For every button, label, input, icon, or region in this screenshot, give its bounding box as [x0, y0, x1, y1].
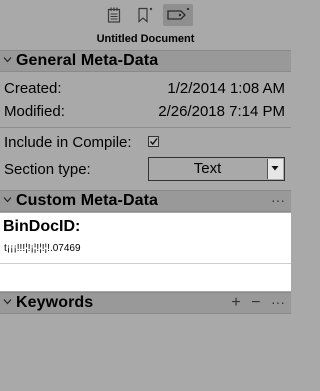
- inspector-tab-bar: [0, 0, 291, 34]
- field-divider: [0, 263, 291, 264]
- custom-metadata-panel: BinDocID: t¡¡¡!!!¦!¡¦!¦!¦!.07469: [0, 213, 291, 291]
- keywords-title: Keywords: [16, 294, 94, 311]
- section-type-label: Section type:: [4, 161, 91, 178]
- more-options-icon[interactable]: ···: [271, 193, 285, 207]
- bookmarks-tab[interactable]: [132, 4, 158, 26]
- custom-metadata-title: Custom Meta-Data: [16, 192, 159, 209]
- created-value: 1/2/2014 1:08 AM: [167, 80, 285, 97]
- include-in-compile-label: Include in Compile:: [4, 134, 132, 151]
- bookmark-icon: [138, 7, 153, 23]
- section-type-select[interactable]: Text: [148, 157, 285, 181]
- notepad-icon: [107, 7, 121, 23]
- chevron-down-icon[interactable]: [3, 195, 12, 204]
- custom-metadata-header[interactable]: Custom Meta-Data ···: [0, 190, 291, 212]
- keywords-header[interactable]: Keywords + − ···: [0, 292, 291, 314]
- section-type-value: Text: [193, 160, 222, 177]
- bindocid-label: BinDocID:: [3, 218, 81, 235]
- checkmark-icon: [149, 138, 158, 146]
- keyword-actions: + − ···: [225, 294, 285, 312]
- tag-icon: [167, 7, 190, 20]
- include-in-compile-checkbox[interactable]: [148, 136, 159, 147]
- document-title: Untitled Document: [96, 33, 195, 45]
- notes-tab[interactable]: [101, 4, 127, 26]
- chevron-down-icon[interactable]: [3, 55, 12, 64]
- dropdown-arrow-button[interactable]: [267, 159, 283, 179]
- chevron-down-icon[interactable]: [3, 297, 12, 306]
- modified-value: 2/26/2018 7:14 PM: [158, 103, 285, 120]
- created-label: Created:: [4, 80, 62, 97]
- add-keyword-button[interactable]: +: [231, 294, 240, 311]
- triangle-down-icon: [271, 166, 279, 171]
- keywords-list[interactable]: [0, 314, 291, 391]
- metadata-tab[interactable]: [163, 4, 193, 26]
- bindocid-value[interactable]: t¡¡¡!!!¦!¡¦!¦!¦!.07469: [4, 243, 81, 254]
- general-metadata-header[interactable]: General Meta-Data: [0, 50, 291, 72]
- more-options-icon[interactable]: ···: [271, 294, 285, 310]
- modified-label: Modified:: [4, 103, 65, 120]
- general-metadata-title: General Meta-Data: [16, 52, 159, 69]
- divider: [0, 127, 291, 128]
- remove-keyword-button[interactable]: −: [251, 294, 260, 311]
